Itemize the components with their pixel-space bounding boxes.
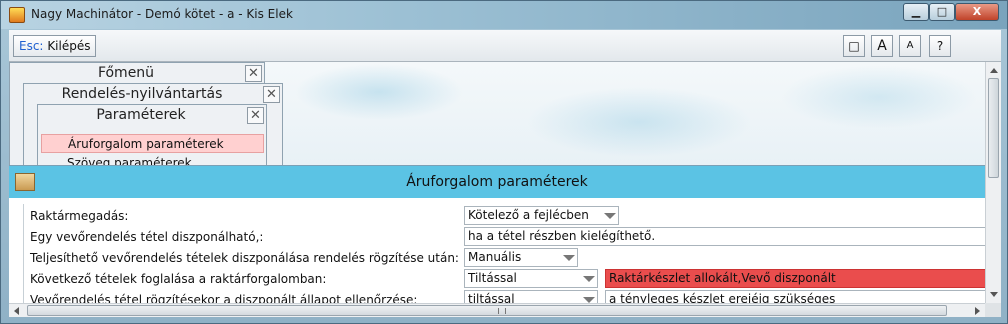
scroll-corner — [985, 303, 1001, 317]
title-bar[interactable]: Nagy Machinátor - Demó kötet - a - Kis E… — [1, 1, 1007, 29]
chevron-down-icon — [604, 213, 616, 219]
grip-icon — [498, 308, 506, 314]
params-title: Áruforgalom paraméterek — [406, 174, 588, 190]
booking-value: Tiltással — [468, 271, 517, 285]
close-orders-menu-icon[interactable]: ✕ — [263, 86, 280, 103]
scroll-up-icon[interactable] — [990, 68, 998, 73]
param-label: Következő tételek foglalása a raktárforg… — [30, 272, 327, 286]
param-row: Raktármegadás: Kötelező a fejlécben — [24, 206, 986, 227]
storage-select[interactable]: Kötelező a fejlécben — [464, 206, 619, 225]
params-menu-title[interactable]: Paraméterek — [38, 105, 244, 126]
close-window-button[interactable]: X — [955, 3, 999, 21]
exit-button[interactable]: Esc: Kilépés — [13, 35, 97, 57]
maximize-button[interactable]: □ — [929, 3, 955, 21]
font-increase-button[interactable]: A — [871, 35, 893, 57]
disposition-value: Manuális — [468, 250, 522, 264]
font-decrease-button[interactable]: A — [899, 35, 921, 57]
dispatch-field[interactable]: ha a tétel részben kielégíthető. — [464, 227, 992, 246]
vertical-scrollbar[interactable] — [985, 62, 1001, 303]
background-decoration — [259, 62, 985, 166]
scroll-left-icon[interactable] — [14, 307, 19, 315]
scroll-right-icon[interactable] — [975, 307, 980, 315]
chevron-down-icon — [563, 255, 575, 261]
horizontal-scrollbar[interactable] — [9, 303, 985, 317]
main-menu-title[interactable]: Főmenü — [10, 63, 242, 84]
chevron-down-icon — [583, 276, 595, 282]
booking-items-field[interactable]: Raktárkészlet allokált,Vevő diszponált — [605, 269, 992, 288]
trade-params-window: Áruforgalom paraméterek Raktármegadás: K… — [9, 165, 992, 309]
storage-value: Kötelező a fejlécben — [468, 208, 589, 222]
booking-select[interactable]: Tiltással — [464, 269, 598, 288]
param-row: Következő tételek foglalása a raktárforg… — [24, 269, 992, 290]
param-label: Raktármegadás: — [30, 209, 129, 223]
params-menu-panel: Paraméterek ✕ Áruforgalom paraméterek Sz… — [37, 104, 267, 170]
vertical-scroll-thumb[interactable] — [988, 78, 999, 178]
minimize-button[interactable]: ▁ — [903, 3, 929, 21]
menu-item-trade-params[interactable]: Áruforgalom paraméterek — [41, 134, 264, 153]
esc-key-hint: Esc: — [19, 39, 44, 53]
close-params-menu-icon[interactable]: ✕ — [247, 107, 264, 124]
exit-label: Kilépés — [47, 39, 91, 53]
params-form: Raktármegadás: Kötelező a fejlécben Egy … — [23, 204, 992, 309]
scroll-down-icon[interactable] — [990, 292, 998, 297]
window-mode-button[interactable]: □ — [843, 35, 865, 57]
orders-menu-title[interactable]: Rendelés-nyilvántartás — [24, 84, 260, 105]
params-header: Áruforgalom paraméterek — [9, 166, 985, 198]
help-button[interactable]: ? — [929, 35, 951, 57]
param-row: Egy vevőrendelés tétel diszponálható,: h… — [24, 227, 992, 248]
horizontal-scroll-thumb[interactable] — [27, 305, 947, 316]
disposition-select[interactable]: Manuális — [464, 248, 578, 267]
app-icon — [9, 7, 25, 23]
close-main-menu-icon[interactable]: ✕ — [245, 65, 262, 82]
param-row: Teljesíthető vevőrendelés tételek diszpo… — [24, 248, 986, 269]
toolbar: Esc: Kilépés □ A A ? — [9, 30, 1001, 62]
booking-items-value: Raktárkészlet allokált,Vevő diszponált — [609, 271, 836, 285]
dispatch-value: ha a tétel részben kielégíthető. — [468, 229, 656, 243]
app-window: Nagy Machinátor - Demó kötet - a - Kis E… — [0, 0, 1008, 324]
param-label: Teljesíthető vevőrendelés tételek diszpo… — [30, 251, 459, 265]
param-label: Egy vevőrendelés tétel diszponálható,: — [30, 230, 264, 244]
window-title: Nagy Machinátor - Demó kötet - a - Kis E… — [31, 7, 293, 21]
